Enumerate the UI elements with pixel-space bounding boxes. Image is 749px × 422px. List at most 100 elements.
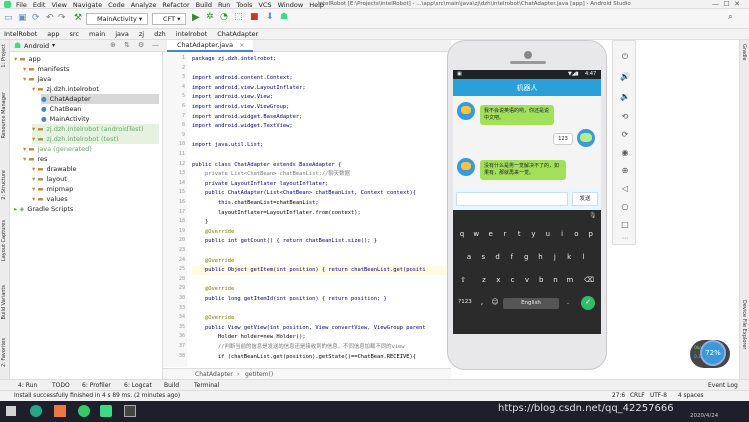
tree-item[interactable]: ▾ ▬ layout [32, 174, 159, 184]
redo-icon[interactable]: ↷ [58, 13, 66, 23]
send-button[interactable]: 发送 [572, 192, 598, 206]
tab-profiler[interactable]: 6: Profiler [82, 382, 111, 389]
menu-item-refactor[interactable]: Refactor [162, 1, 189, 9]
tree-item[interactable]: ▾ ▬ zj.dzh.intelrobot (androidTest) [32, 124, 159, 134]
tree-item[interactable]: ▾ ▬ drawable [32, 164, 159, 174]
menu-item-analyze[interactable]: Analyze [131, 1, 157, 9]
tree-item[interactable]: ▾ ▬ app [14, 54, 159, 64]
code-line[interactable]: @Override [192, 285, 234, 294]
window-controls[interactable]: — ☐ ✕ [712, 0, 740, 8]
start-icon[interactable] [6, 406, 16, 416]
locate-icon[interactable]: ⊕ [110, 41, 116, 49]
key-k[interactable]: k [563, 251, 575, 264]
code-line[interactable]: import android.content.Context; [192, 74, 293, 83]
menu-item-tools[interactable]: Tools [236, 1, 252, 9]
tab-todo[interactable]: TODO [52, 382, 70, 389]
code-line[interactable]: //判断当前的信息是发送的信息还是接收到的信息，不同信息加载不同的view [192, 343, 405, 352]
app-icon[interactable] [54, 405, 66, 417]
avd-manager-icon[interactable]: ☗ [280, 12, 288, 22]
code-line[interactable]: @Override [192, 257, 234, 266]
breadcrumb-item[interactable]: dzh [154, 30, 166, 38]
power-icon[interactable]: ⏻ [619, 51, 631, 63]
rotate-left-icon[interactable]: ⟲ [619, 111, 631, 123]
menu-item-file[interactable]: File [16, 1, 27, 9]
line-ending[interactable]: CRLF [630, 393, 645, 399]
overview-icon[interactable]: □ [619, 219, 631, 231]
key-l[interactable]: l [577, 251, 589, 264]
key-v[interactable]: v [521, 274, 533, 287]
code-line[interactable]: import java.util.List; [192, 141, 263, 150]
tab-build[interactable]: Build [164, 382, 179, 389]
collapse-icon[interactable]: ⇅ [124, 41, 130, 49]
breadcrumb-item[interactable]: src [70, 30, 80, 38]
crumb-class[interactable]: ChatAdapter [195, 371, 233, 378]
tree-item[interactable]: ● ChatBean [41, 104, 159, 114]
sdk-manager-icon[interactable]: ⬇ [266, 12, 274, 22]
hide-icon[interactable]: — [152, 41, 159, 49]
code-line[interactable]: layoutInflater=LayoutInflater.from(conte… [192, 209, 361, 218]
device-select[interactable]: CFT ▾ [152, 13, 186, 25]
breadcrumb-item[interactable]: app [47, 30, 59, 38]
code-line[interactable]: public long getItemId(int position) { re… [192, 295, 387, 304]
build-icon[interactable]: ⚒ [74, 13, 82, 23]
code-line[interactable]: private LayoutInflater layoutInflater; [192, 180, 328, 189]
profile-icon[interactable]: ◔ [220, 12, 228, 22]
emoji-icon[interactable]: ☺ [489, 296, 501, 309]
tab-structure[interactable]: 2: Structure [1, 170, 7, 200]
key-u[interactable]: u [542, 228, 554, 241]
key-i[interactable]: i [556, 228, 568, 241]
chevron-down-icon[interactable]: ▾ [52, 42, 55, 49]
breadcrumb-item[interactable]: main [89, 30, 105, 38]
key-r[interactable]: r [499, 228, 511, 241]
code-line[interactable]: this.chatBeanList=chatBeanList; [192, 199, 319, 208]
tree-item[interactable]: ● MainActivity [41, 114, 159, 124]
tab-chatadapter[interactable]: ChatAdapter.java × [167, 40, 253, 52]
code-line[interactable]: public ChatAdapter(List<ChatBean> chatBe… [192, 189, 416, 198]
mic-icon[interactable]: 🎙 [589, 212, 597, 219]
more-icon[interactable]: ⋯ [619, 233, 631, 245]
key-space[interactable]: English [503, 298, 559, 309]
code-line[interactable]: } [192, 218, 208, 227]
caret-position[interactable]: 27:6 [612, 393, 625, 399]
save-icon[interactable]: ▣ [18, 13, 27, 23]
breadcrumb-item[interactable]: intelrobot [176, 30, 207, 38]
run-config-select[interactable]: MainActivity ▾ [86, 13, 148, 25]
chat-list[interactable]: 我不会说英语的哟，你还是说中文吧。 123 没有什么是男一觉解决不了的，如果有，… [453, 96, 601, 188]
android-studio-taskbar-icon[interactable] [100, 405, 112, 417]
code-line[interactable]: import android.view.ViewGroup; [192, 103, 289, 112]
code-line[interactable]: package zj.dzh.intelrobot; [192, 55, 276, 64]
tree-item[interactable]: ▾ ▬ manifests [23, 64, 159, 74]
breadcrumb-item[interactable]: IntelRobot [4, 30, 37, 38]
attach-debugger-icon[interactable]: ⬚ [234, 12, 243, 22]
code-line[interactable]: public Object getItem(int position) { re… [192, 266, 451, 276]
tree-item[interactable]: ▾ ▬ java (generated) [23, 144, 159, 154]
tree-item[interactable]: ▾ ▬ mipmap [32, 184, 159, 194]
tree-item[interactable]: ● ChatAdapter [41, 94, 159, 104]
undo-icon[interactable]: ↶ [46, 13, 54, 23]
menu-item-view[interactable]: View [51, 1, 66, 9]
key-y[interactable]: y [528, 228, 540, 241]
key-c[interactable]: c [507, 274, 519, 287]
key-symbols[interactable]: ?123 [456, 296, 474, 309]
stop-icon[interactable]: ■ [250, 12, 259, 22]
tab-resource-manager[interactable]: Resource Manager [1, 92, 7, 138]
menu-item-build[interactable]: Build [196, 1, 212, 9]
code-line[interactable]: import android.widget.BaseAdapter; [192, 113, 302, 122]
volume-down-icon[interactable]: 🔉 [619, 91, 631, 103]
tab-favorites[interactable]: 2: Favorites [1, 338, 7, 367]
menu-item-run[interactable]: Run [218, 1, 230, 9]
code-line[interactable]: public int getCount() { return chatBeanL… [192, 237, 377, 246]
menu-item-window[interactable]: Window [278, 1, 304, 9]
shift-icon[interactable]: ⇧ [457, 274, 469, 287]
key-w[interactable]: w [470, 228, 482, 241]
sync-icon[interactable]: ⟳ [32, 13, 40, 23]
rotate-right-icon[interactable]: ⟳ [619, 129, 631, 141]
tree-item[interactable]: ▾ ▬ res [23, 154, 159, 164]
menu-item-navigate[interactable]: Navigate [73, 1, 102, 9]
camera-icon[interactable]: ◉ [619, 147, 631, 159]
code-line[interactable]: private List<ChatBean> chatBeanList;//聊天… [192, 170, 350, 179]
code-line[interactable]: public View getView(int position, View c… [192, 324, 426, 333]
key-t[interactable]: t [513, 228, 525, 241]
key-p[interactable]: p [585, 228, 597, 241]
home-icon[interactable]: ○ [619, 201, 631, 213]
